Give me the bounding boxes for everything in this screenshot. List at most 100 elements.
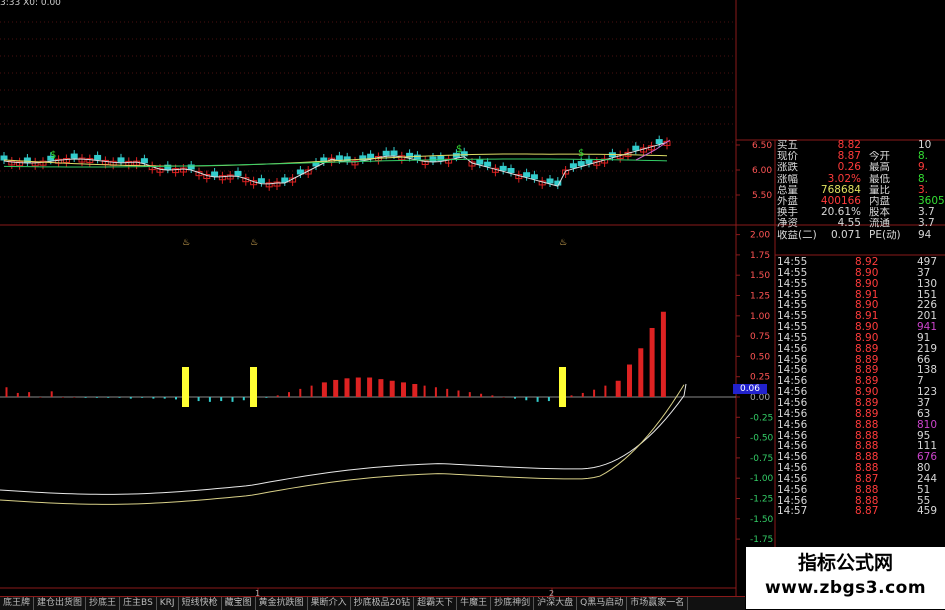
indicator-tab[interactable]: KRJ [157, 597, 179, 610]
tick-volume: 810 [917, 418, 938, 431]
tick-row[interactable]: 14:56 8.89 219 [775, 343, 945, 355]
indicator-bar [220, 397, 223, 402]
candle-body [234, 170, 242, 176]
indicator-tab[interactable]: 抄底极品20钻 [351, 597, 415, 610]
candle-body [211, 171, 219, 177]
indicator-bar [389, 380, 395, 397]
indicator-bar [84, 397, 87, 398]
quote-label-2: 内盘 [869, 195, 890, 207]
indicator-bar [321, 382, 327, 397]
indicator-axis-label: 0.00 [750, 393, 770, 403]
price-axis-label: 5.50 [752, 191, 772, 201]
signal-bar [182, 367, 189, 407]
indicator-bar [28, 392, 31, 397]
tick-row[interactable]: 14:56 8.88 51 [775, 483, 945, 496]
candle-body [429, 156, 437, 162]
quote-value: 8.87 [837, 151, 861, 163]
quote-row: 净资 4.55 流通 3.7 [775, 218, 945, 229]
indicator-bar [5, 387, 8, 397]
indicator-bar [95, 397, 98, 398]
indicator-bar [412, 384, 418, 397]
indicator-tab[interactable]: 市场赢家一名 [627, 597, 689, 610]
candle-body [367, 153, 375, 159]
indicator-tab[interactable]: 黄金抗跌图 [256, 597, 308, 610]
quote-value: 400166 [820, 195, 861, 207]
tick-row[interactable]: 14:56 8.88 810 [775, 418, 945, 431]
indicator-bar [570, 395, 573, 397]
quote-label: 净资 [777, 218, 798, 230]
candle-body [499, 165, 507, 171]
indicator-bar [50, 391, 53, 397]
quote-row: 总量 768684 量比 3. [775, 185, 945, 196]
tick-price: 8.88 [855, 483, 879, 496]
indicator-bar [163, 397, 166, 399]
indicator-axis-label: -1.75 [750, 535, 773, 545]
indicator-bar [525, 397, 528, 401]
indicator-axis-label: 1.25 [750, 292, 770, 302]
indicator-tab[interactable]: 庄主BS [120, 597, 157, 610]
indicator-bar [62, 397, 64, 398]
indicator-tabs[interactable]: 底王牌 建仓出货图 抄底王 庄主BS KRJ 短线快枪 藏宝图 黄金抗跌图 果断介入 抄底极品20… [0, 596, 745, 610]
candle-body [655, 139, 663, 145]
indicator-tab[interactable]: 短线快枪 [179, 597, 222, 610]
indicator-bar [242, 397, 245, 401]
quote-label-2: 股本 [869, 207, 890, 219]
quote-label-2: 最低 [869, 173, 890, 185]
quote-label: 收益(二) [777, 229, 817, 241]
price-axis-label: 6.00 [752, 166, 772, 176]
signal-icon: ♨ [559, 238, 567, 248]
indicator-tab[interactable]: 超霸天下 [414, 597, 458, 610]
quote-label-2: PE(动) [869, 229, 901, 241]
price-axis-label: 6.50 [752, 141, 772, 151]
candle-body [117, 157, 125, 163]
indicator-tab[interactable]: Q黑马启动 [577, 597, 628, 610]
watermark-title: 指标公式网 [797, 552, 893, 574]
quote-label-2: 流通 [869, 218, 890, 230]
tick-time: 14:57 [777, 505, 808, 518]
indicator-bar [118, 397, 121, 398]
candle-body [0, 155, 8, 161]
quote-label: 总量 [777, 184, 798, 196]
tick-row[interactable]: 14:57 8.87 459 [775, 506, 945, 517]
indicator-tab[interactable]: 牛魔王 [457, 597, 492, 610]
indicator-tab[interactable]: 建仓出货图 [34, 597, 87, 610]
indicator-bar [231, 397, 234, 402]
indicator-tab[interactable]: 抄底神剑 [491, 597, 535, 610]
quote-row: 买五 8.82 10 [775, 140, 945, 151]
candle-body [94, 154, 102, 160]
quote-label: 现价 [777, 151, 798, 163]
indicator-bar [536, 397, 539, 402]
candle-body [546, 178, 554, 184]
indicator-tab[interactable]: 藏宝图 [222, 597, 256, 610]
indicator-tab[interactable]: 抄底王 [86, 597, 121, 610]
indicator-tab[interactable]: 底王牌 [0, 597, 35, 610]
indicator-bar [310, 385, 313, 397]
indicator-bar [480, 393, 483, 397]
tick-price: 8.88 [855, 418, 879, 431]
indicator-bar [107, 397, 110, 398]
indicator-bar [502, 397, 505, 398]
signal-icon: ♨ [250, 238, 258, 248]
header-info: 3:33 X0: 0.00 [0, 0, 61, 8]
signal-bar [250, 367, 257, 407]
indicator-tab[interactable]: 沪深大盘 [534, 597, 578, 610]
signal-mark: $ [578, 148, 584, 159]
quote-row: 外盘 400166 内盘 3605 [775, 196, 945, 207]
tick-list[interactable]: 14:55 8.92 497 14:55 8.90 37 14:55 8.90 130 14:55… [775, 257, 945, 517]
indicator-bar [197, 397, 200, 402]
indicator-bar [333, 379, 339, 397]
indicator-bar [457, 390, 460, 397]
tick-row[interactable]: 14:55 8.90 130 [775, 277, 945, 290]
candle-body [484, 161, 492, 167]
indicator-line-yellow [0, 384, 685, 505]
tick-price: 8.90 [855, 277, 879, 290]
signal-mark: $ [50, 150, 56, 161]
indicator-bar [423, 385, 426, 397]
indicator-tab[interactable]: 果断介入 [308, 597, 351, 610]
indicator-bar [141, 397, 144, 398]
quote-row: 换手 20.61% 股本 3.7 [775, 207, 945, 218]
tick-time: 14:55 [777, 277, 808, 290]
quote-value-2: 8. [918, 173, 929, 185]
indicator-axis-label: -0.75 [750, 454, 773, 464]
watermark-url: www.zbgs3.com [764, 578, 927, 598]
